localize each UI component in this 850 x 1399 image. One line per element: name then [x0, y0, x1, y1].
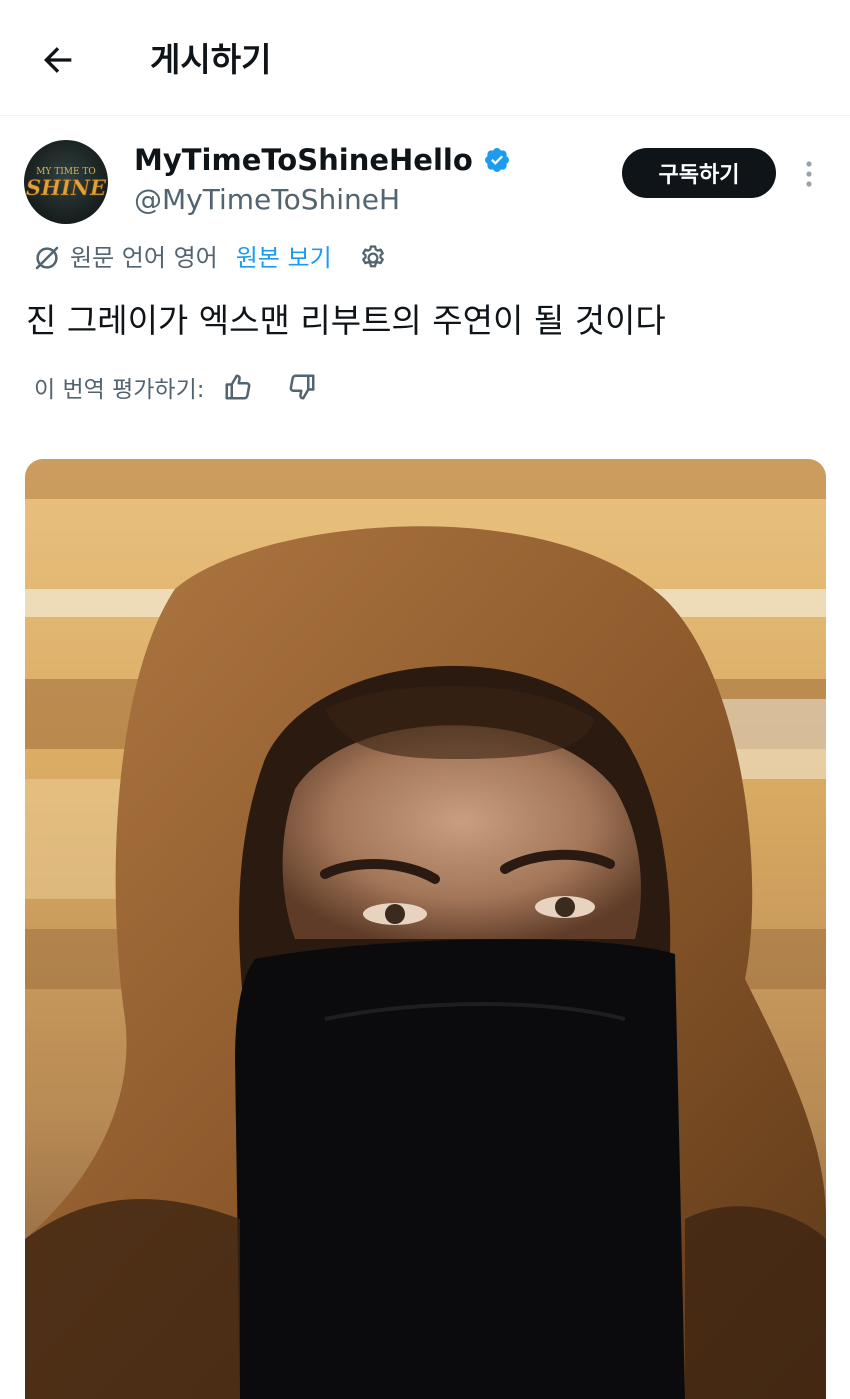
rate-translation-label: 이 번역 평가하기: — [34, 377, 205, 403]
back-arrow-icon — [44, 47, 72, 73]
thumbs-up-button[interactable] — [223, 372, 253, 402]
thumbs-up-icon — [225, 374, 250, 400]
verified-badge-icon — [484, 148, 509, 172]
author-display-name[interactable]: MyTimeToShineHello — [134, 140, 473, 180]
page-title: 게시하기 — [150, 40, 272, 79]
avatar[interactable]: MY TIME TO SHINE — [24, 140, 108, 224]
subscribe-button[interactable]: 구독하기 — [622, 148, 776, 198]
rate-translation-row: 이 번역 평가하기: — [34, 366, 317, 408]
post-media-image[interactable] — [25, 459, 826, 1399]
top-bar: 게시하기 — [0, 0, 850, 116]
back-button[interactable] — [34, 38, 82, 82]
more-options-button[interactable] — [796, 156, 822, 192]
translate-icon — [35, 246, 59, 270]
translation-info-row: 원문 언어 영어 원본 보기 — [32, 238, 388, 278]
thumbs-down-icon — [289, 374, 314, 400]
author-name-row: MyTimeToShineHello — [134, 140, 511, 180]
more-vertical-icon — [806, 161, 812, 187]
thumbs-down-button[interactable] — [287, 372, 317, 402]
show-original-link[interactable]: 원본 보기 — [236, 238, 332, 278]
avatar-text-main: SHINE — [26, 175, 107, 200]
source-language-label: 원문 언어 영어 — [70, 244, 218, 272]
post-text: 진 그레이가 엑스맨 리부트의 주연이 될 것이다 — [26, 301, 666, 340]
author-handle[interactable]: @MyTimeToShineH — [134, 181, 400, 219]
gear-icon — [361, 245, 384, 268]
translation-settings-button[interactable] — [358, 243, 388, 273]
post-photo — [25, 459, 826, 1399]
